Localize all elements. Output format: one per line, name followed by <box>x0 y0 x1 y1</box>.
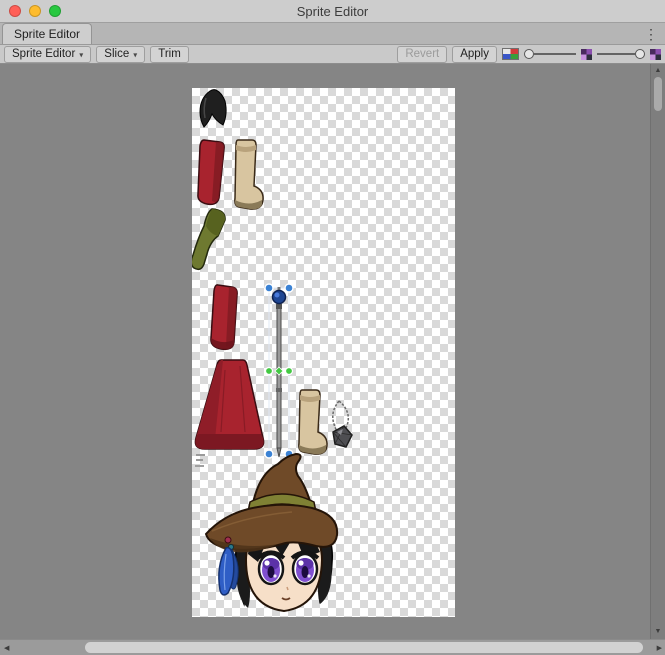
zoom-slider[interactable] <box>524 49 576 59</box>
apply-label: Apply <box>460 48 489 60</box>
sprite-staff-selected[interactable] <box>265 284 293 458</box>
toolbar: Sprite Editor ▾ Slice ▾ Trim Revert Appl… <box>0 45 665 64</box>
sprite-sheet[interactable] <box>192 88 455 617</box>
selection-handle[interactable] <box>265 450 273 458</box>
sprite-red-sleeve[interactable] <box>198 140 224 204</box>
slice-label: Slice <box>104 48 129 60</box>
close-button[interactable] <box>9 5 21 17</box>
left-eye <box>258 553 284 585</box>
sprite-pendant[interactable] <box>333 401 352 447</box>
zoom-slider-track[interactable] <box>534 53 576 55</box>
scroll-up-icon[interactable]: ▲ <box>651 66 665 76</box>
mip-slider[interactable] <box>597 49 645 59</box>
chevron-down-icon: ▾ <box>79 50 83 59</box>
tab-label: Sprite Editor <box>14 27 80 41</box>
tab-strip: Sprite Editor ⋮ <box>0 23 665 45</box>
scroll-left-icon[interactable]: ◀ <box>4 640 9 655</box>
mip-slider-knob[interactable] <box>635 49 645 59</box>
zoom-slider-knob[interactable] <box>524 49 534 59</box>
titlebar[interactable]: Sprite Editor <box>0 0 665 23</box>
mip-level-high-icon <box>650 49 661 60</box>
mip-slider-track[interactable] <box>597 53 635 55</box>
sprite-boot-2[interactable] <box>299 390 327 454</box>
rgb-alpha-toggle-icon[interactable] <box>502 48 519 60</box>
apply-button[interactable]: Apply <box>452 46 497 63</box>
minimize-button[interactable] <box>29 5 41 17</box>
sprite-fragments[interactable] <box>195 454 205 467</box>
chevron-down-icon: ▾ <box>133 50 137 59</box>
mip-level-low-icon <box>581 49 592 60</box>
selection-pivot[interactable] <box>275 367 283 375</box>
window-title: Sprite Editor <box>297 4 369 19</box>
slice-dropdown[interactable]: Slice ▾ <box>96 46 145 63</box>
horizontal-scrollbar-thumb[interactable] <box>85 642 643 653</box>
vertical-scrollbar[interactable]: ▲ ▼ <box>650 64 665 639</box>
selection-handle[interactable] <box>266 368 273 375</box>
sprite-skirt[interactable] <box>195 360 263 449</box>
right-eye <box>292 553 318 585</box>
sprite-head[interactable] <box>206 454 337 611</box>
scroll-down-icon[interactable]: ▼ <box>651 627 665 637</box>
sprite-hair-tuft[interactable] <box>200 90 226 127</box>
revert-button[interactable]: Revert <box>397 46 447 63</box>
canvas[interactable]: ▲ ▼ <box>0 64 665 639</box>
sprite-boot[interactable] <box>235 140 263 209</box>
scroll-right-icon[interactable]: ▶ <box>657 640 662 655</box>
vertical-scrollbar-thumb[interactable] <box>654 77 662 111</box>
sprite-scarf[interactable] <box>192 209 225 269</box>
sprite-editor-mode-dropdown[interactable]: Sprite Editor ▾ <box>4 46 91 63</box>
fullscreen-button[interactable] <box>49 5 61 17</box>
sprite-red-arm[interactable] <box>211 285 237 350</box>
sprite-editor-window: Sprite Editor Sprite Editor ⋮ Sprite Edi… <box>0 0 665 655</box>
selection-handle[interactable] <box>286 368 293 375</box>
trim-button[interactable]: Trim <box>150 46 189 63</box>
traffic-lights <box>9 5 61 17</box>
sprite-editor-mode-label: Sprite Editor <box>12 48 75 60</box>
revert-label: Revert <box>405 48 439 60</box>
kebab-menu-icon[interactable]: ⋮ <box>644 27 658 41</box>
selection-handle[interactable] <box>285 284 293 292</box>
tab-sprite-editor[interactable]: Sprite Editor <box>2 23 92 44</box>
sprite-sheet-art <box>192 88 455 617</box>
selection-handle[interactable] <box>265 284 273 292</box>
trim-label: Trim <box>158 48 181 60</box>
horizontal-scrollbar[interactable]: ◀ ▶ <box>0 639 665 655</box>
